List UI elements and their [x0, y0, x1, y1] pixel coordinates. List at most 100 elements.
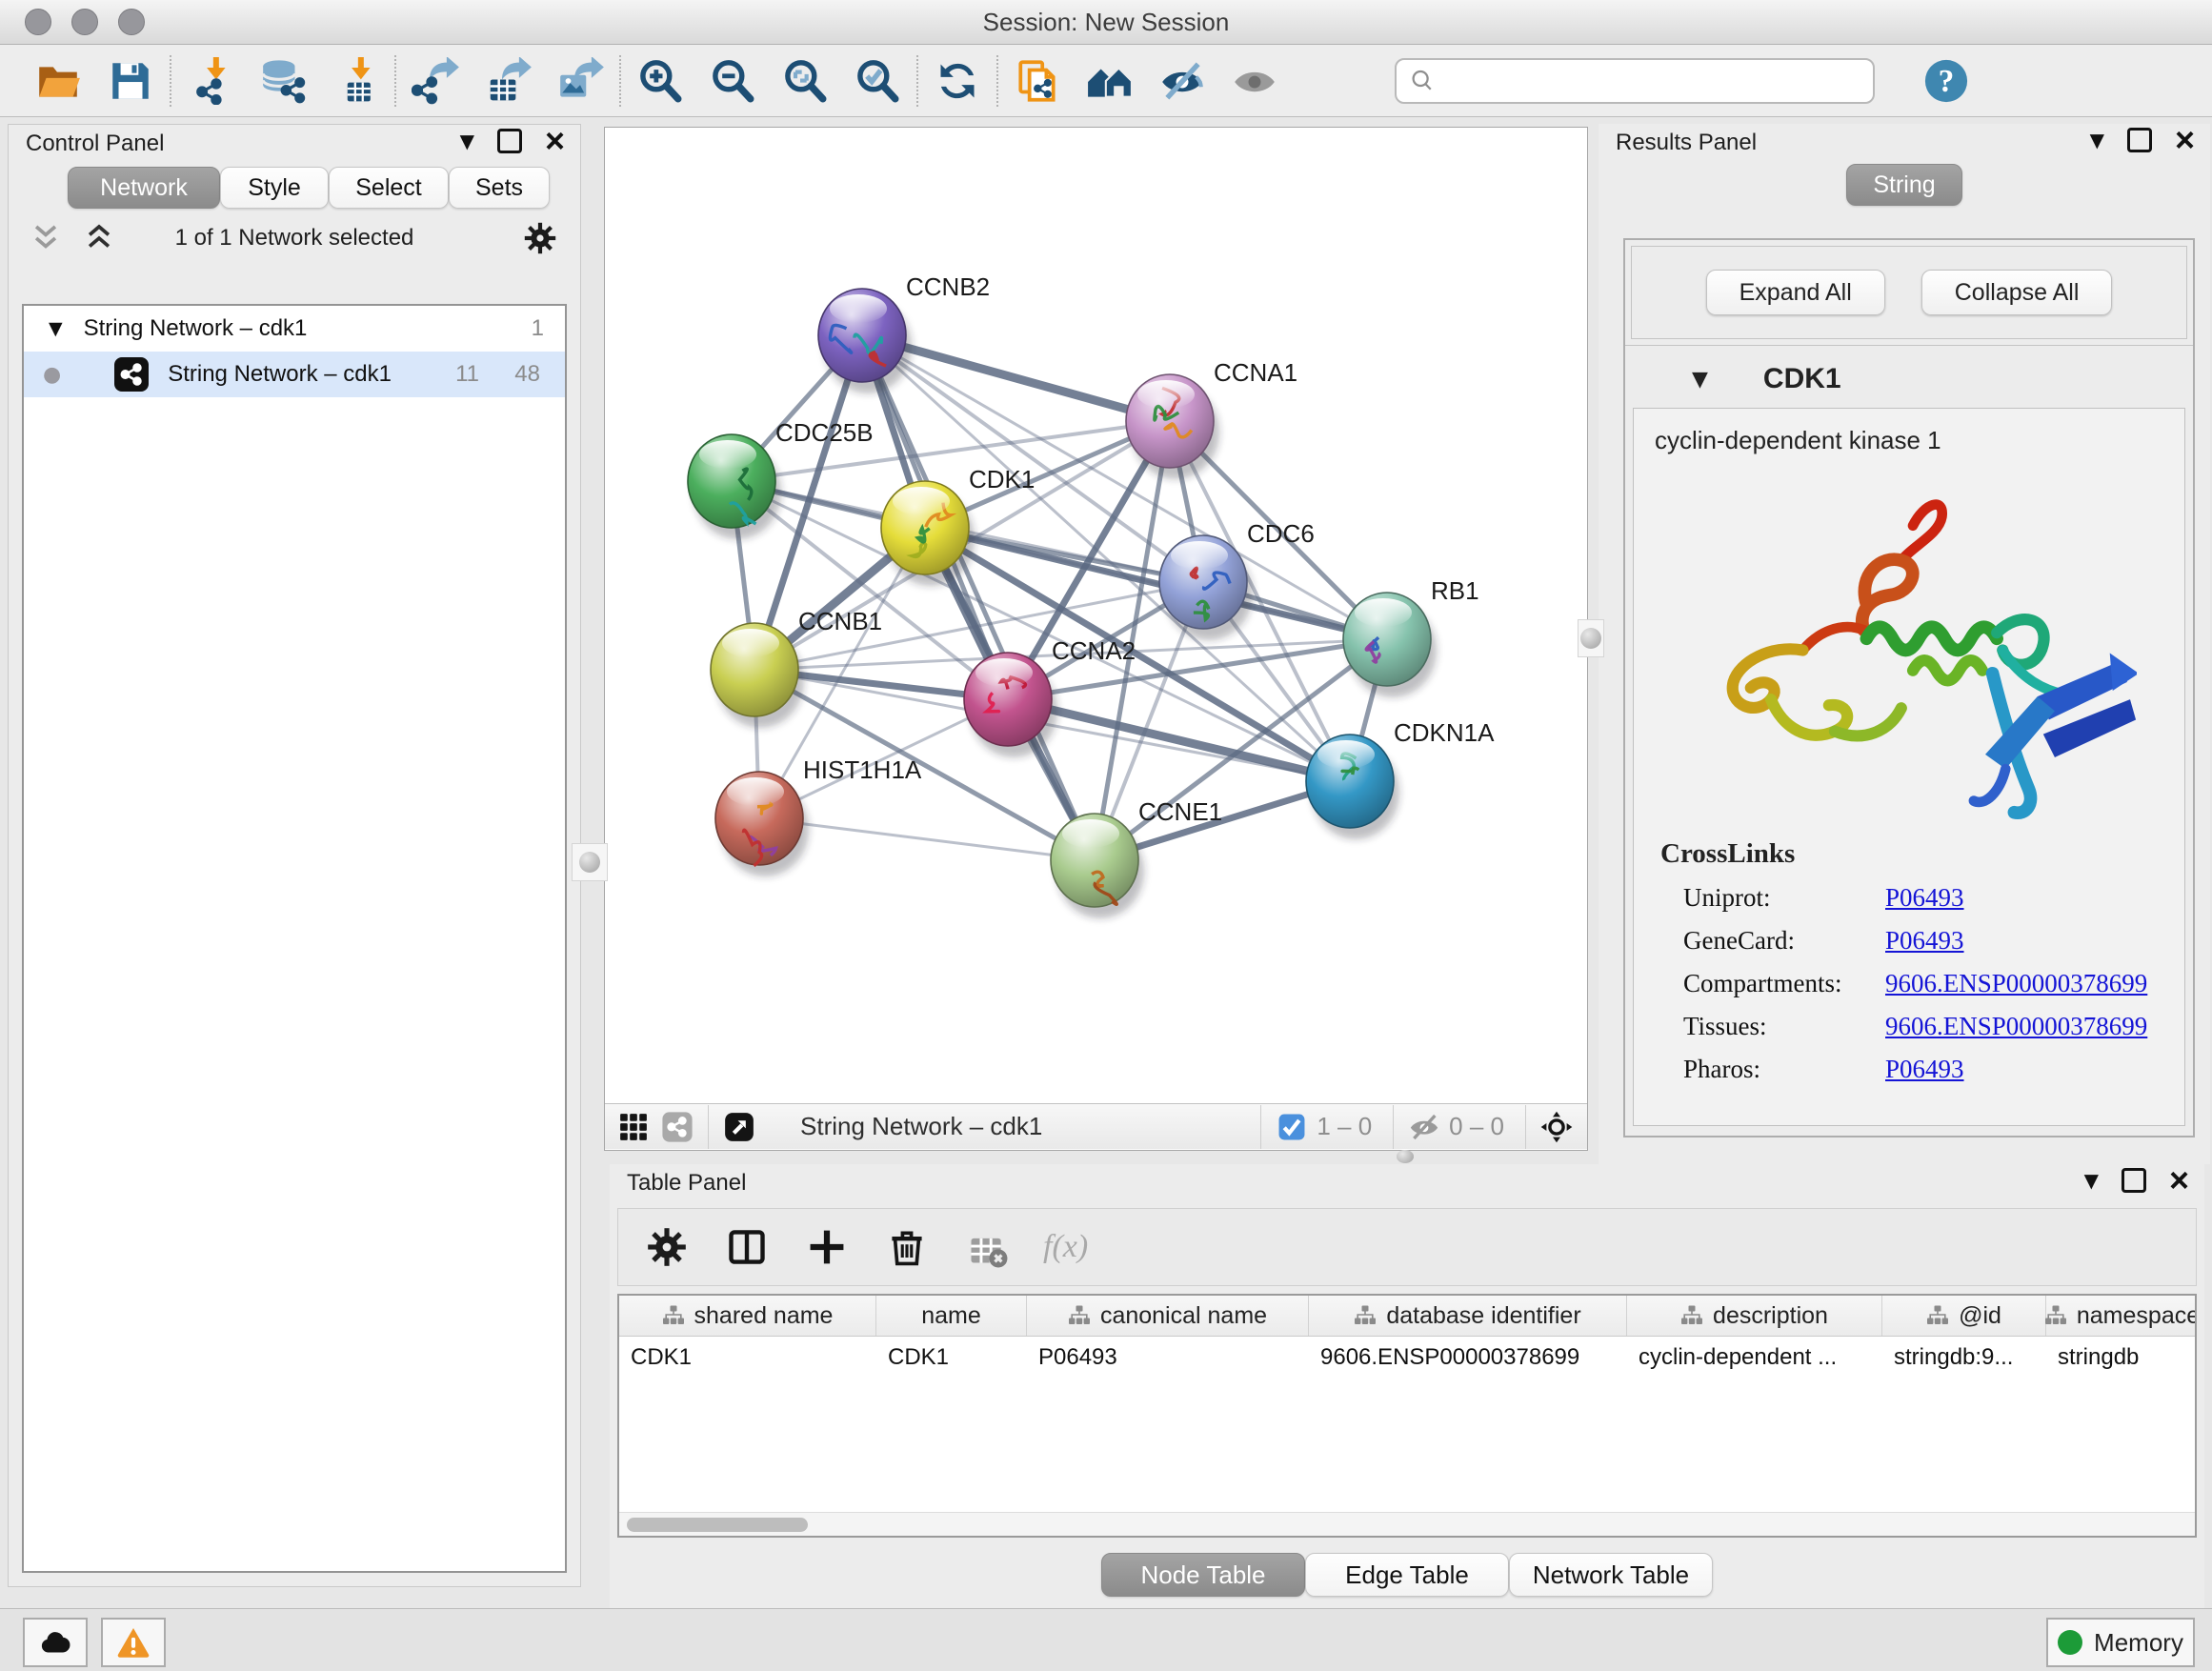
- entry-collapse-icon[interactable]: ▼: [1692, 368, 1708, 392]
- table-row[interactable]: CDK1CDK1P064939606.ENSP00000378699cyclin…: [619, 1337, 2195, 1379]
- tab-node-table[interactable]: Node Table: [1101, 1553, 1305, 1597]
- warning-status-icon[interactable]: [101, 1618, 166, 1667]
- crosslink-label: Compartments:: [1683, 969, 1885, 998]
- panel-close-icon[interactable]: ×: [2169, 1171, 2189, 1190]
- toolbar-separator: [996, 55, 998, 107]
- import-table-icon[interactable]: [330, 55, 381, 107]
- table-cell[interactable]: cyclin-dependent ...: [1627, 1337, 1882, 1379]
- search-input[interactable]: [1437, 63, 1873, 99]
- column-header-namespace[interactable]: namespace: [2046, 1296, 2197, 1336]
- toolbar-separator: [619, 55, 621, 107]
- collapse-all-button[interactable]: Collapse All: [1921, 270, 2113, 315]
- table-cell[interactable]: stringdb:9...: [1882, 1337, 2046, 1379]
- scrollbar-thumb[interactable]: [627, 1518, 808, 1532]
- network-tree-item-row[interactable]: ● String Network – cdk1 11 48: [24, 352, 565, 397]
- column-type-icon: [662, 1304, 685, 1327]
- show-all-icon: [1229, 55, 1280, 107]
- column-header-description[interactable]: description: [1627, 1296, 1882, 1336]
- add-column-icon[interactable]: [805, 1225, 849, 1269]
- toolbar-separator: [916, 55, 918, 107]
- tab-network[interactable]: Network: [68, 167, 220, 209]
- gene-entry-header[interactable]: ▼ CDK1: [1625, 345, 2193, 413]
- gene-entry-body: cyclin-dependent kinase 1: [1633, 408, 2185, 1126]
- panel-float-icon[interactable]: [497, 129, 522, 153]
- table-cell[interactable]: CDK1: [876, 1337, 1027, 1379]
- tab-network-table[interactable]: Network Table: [1509, 1553, 1713, 1597]
- delete-column-icon[interactable]: [885, 1225, 929, 1269]
- crosslink-link[interactable]: P06493: [1885, 926, 1964, 956]
- crosslink-link[interactable]: P06493: [1885, 1055, 1964, 1084]
- control-panel-title: Control Panel: [26, 131, 164, 157]
- tree-expand-icon[interactable]: ▼: [49, 318, 63, 339]
- open-session-icon[interactable]: [32, 55, 84, 107]
- tab-edge-table[interactable]: Edge Table: [1305, 1553, 1509, 1597]
- zoom-fit-icon[interactable]: [779, 55, 831, 107]
- network-share-icon: [660, 1110, 694, 1144]
- control-panel: Control Panel ▼ × NetworkStyleSelectSets…: [8, 124, 581, 1587]
- delete-table-icon: [965, 1225, 1009, 1269]
- table-cell[interactable]: 9606.ENSP00000378699: [1309, 1337, 1627, 1379]
- crosslinks-title: CrossLinks: [1660, 838, 2184, 870]
- memory-button[interactable]: Memory: [2046, 1618, 2195, 1667]
- zoom-selected-icon[interactable]: [852, 55, 903, 107]
- apply-layout-icon[interactable]: [932, 55, 983, 107]
- first-neighbors-icon[interactable]: [1084, 55, 1136, 107]
- crosslink-link[interactable]: 9606.ENSP00000378699: [1885, 969, 2147, 998]
- save-session-icon[interactable]: [105, 55, 156, 107]
- node-table: shared namenamecanonical namedatabase id…: [617, 1294, 2197, 1538]
- panel-menu-icon[interactable]: ▼: [460, 130, 474, 152]
- panel-close-icon[interactable]: ×: [545, 131, 565, 151]
- help-icon[interactable]: ?: [1920, 55, 1972, 107]
- column-header-shared-name[interactable]: shared name: [619, 1296, 876, 1336]
- selected-checkbox-icon[interactable]: [1275, 1110, 1309, 1144]
- export-table-icon[interactable]: [482, 55, 533, 107]
- hide-selected-icon[interactable]: [1156, 55, 1208, 107]
- zoom-out-icon[interactable]: [707, 55, 758, 107]
- node-label-RB1: RB1: [1431, 576, 1479, 605]
- column-header-name[interactable]: name: [876, 1296, 1027, 1336]
- node-label-CDC6: CDC6: [1247, 519, 1315, 548]
- birds-eye-view-icon[interactable]: [722, 1110, 756, 1144]
- results-buttons-row: Expand All Collapse All: [1631, 246, 2187, 339]
- network-type-icon: [114, 357, 149, 392]
- grid-view-icon[interactable]: [616, 1110, 651, 1144]
- table-cell[interactable]: stringdb: [2046, 1337, 2197, 1379]
- table-settings-gear-icon[interactable]: [645, 1225, 689, 1269]
- cloud-status-icon[interactable]: [23, 1618, 88, 1667]
- divider-handle[interactable]: [1386, 1149, 1424, 1164]
- panel-float-icon[interactable]: [2122, 1168, 2146, 1193]
- column-header--id[interactable]: @id: [1882, 1296, 2046, 1336]
- divider-handle[interactable]: [1578, 619, 1604, 657]
- panel-close-icon[interactable]: ×: [2175, 131, 2195, 150]
- column-header-canonical-name[interactable]: canonical name: [1027, 1296, 1309, 1336]
- tab-style[interactable]: Style: [220, 167, 329, 209]
- import-network-icon[interactable]: [185, 55, 236, 107]
- import-network-database-icon[interactable]: [257, 55, 309, 107]
- table-cell[interactable]: P06493: [1027, 1337, 1309, 1379]
- show-columns-icon[interactable]: [725, 1225, 769, 1269]
- panel-float-icon[interactable]: [2127, 128, 2152, 152]
- export-network-icon[interactable]: [410, 55, 461, 107]
- search-field-container: [1395, 58, 1875, 104]
- node-label-HIST1H1A: HIST1H1A: [803, 755, 922, 784]
- tab-sets[interactable]: Sets: [449, 167, 550, 209]
- copy-network-icon[interactable]: [1012, 55, 1063, 107]
- tab-select[interactable]: Select: [329, 167, 449, 209]
- panel-menu-icon[interactable]: ▼: [2090, 129, 2104, 151]
- export-image-icon[interactable]: [554, 55, 606, 107]
- panel-menu-icon[interactable]: ▼: [2084, 1169, 2099, 1192]
- expand-all-button[interactable]: Expand All: [1706, 270, 1885, 315]
- pan-crosshair-icon[interactable]: [1539, 1110, 1574, 1144]
- crosslink-link[interactable]: 9606.ENSP00000378699: [1885, 1012, 2147, 1041]
- tab-string[interactable]: String: [1846, 164, 1962, 206]
- table-horizontal-scrollbar[interactable]: [619, 1512, 2195, 1536]
- divider-handle[interactable]: [572, 843, 608, 881]
- network-tree-root-row[interactable]: ▼ String Network – cdk1 1: [24, 306, 565, 352]
- zoom-in-icon[interactable]: [634, 55, 686, 107]
- table-cell[interactable]: CDK1: [619, 1337, 876, 1379]
- network-canvas[interactable]: CCNB2CCNA1CDC25BCDK1CDC6RB1CCNB1CCNA2CDK…: [605, 128, 1585, 1103]
- crosslink-link[interactable]: P06493: [1885, 883, 1964, 913]
- column-header-database-identifier[interactable]: database identifier: [1309, 1296, 1627, 1336]
- hidden-eye-icon[interactable]: [1407, 1110, 1441, 1144]
- network-options-gear-icon[interactable]: [523, 221, 557, 255]
